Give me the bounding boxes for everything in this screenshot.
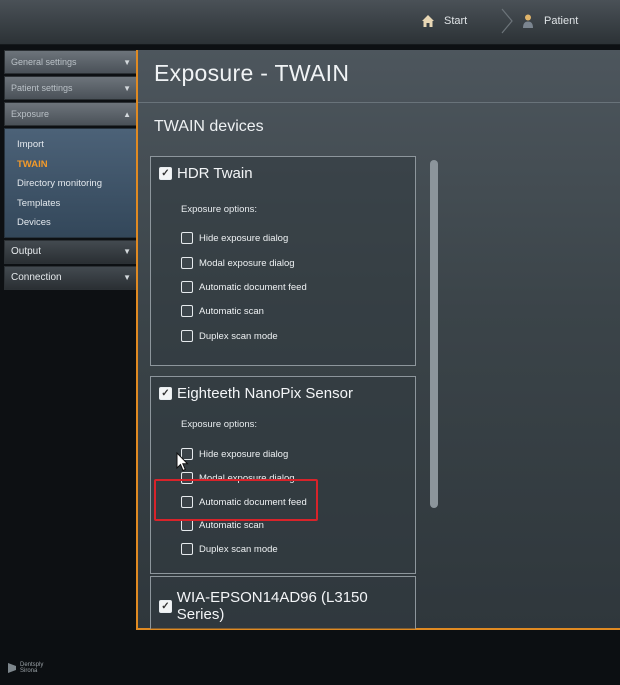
checkbox[interactable] (181, 543, 193, 555)
sidebar-section-connection[interactable]: Connection ▼ (4, 265, 138, 290)
chevron-up-icon: ▲ (123, 109, 131, 119)
sidebar-section-patient-settings[interactable]: Patient settings ▼ (4, 76, 138, 100)
chevron-down-icon: ▼ (123, 57, 131, 67)
highlight-annotation-box (154, 479, 318, 521)
chevron-down-icon: ▼ (123, 247, 131, 256)
device-enabled-checkbox[interactable]: ✓ (159, 167, 172, 180)
device-name: Eighteeth NanoPix Sensor (177, 385, 353, 402)
option-automatic-scan[interactable]: Automatic scan (181, 304, 264, 318)
top-bar: Start Patient (0, 0, 620, 45)
option-label: Automatic scan (199, 519, 264, 531)
start-label: Start (444, 15, 468, 27)
logo-mark-icon (8, 663, 16, 673)
twain-settings-panel: Exposure - TWAIN TWAIN devices ✓ HDR Twa… (136, 50, 620, 630)
option-label: Modal exposure dialog (199, 257, 295, 269)
sidebar-section-output[interactable]: Output ▼ (4, 239, 138, 264)
option-automatic-document-feed[interactable]: Automatic document feed (181, 280, 307, 294)
section-label: Patient settings (11, 83, 73, 93)
option-duplex-scan-mode[interactable]: Duplex scan mode (181, 542, 278, 556)
chevron-down-icon: ▼ (123, 273, 131, 282)
exposure-submenu: Import TWAIN Directory monitoring Templa… (4, 128, 138, 238)
device-name: HDR Twain (177, 165, 253, 182)
device-header[interactable]: ✓ Eighteeth NanoPix Sensor (159, 385, 353, 402)
sidebar-section-exposure[interactable]: Exposure ▲ (4, 102, 138, 126)
device-box-wia-epson: ✓ WIA-EPSON14AD96 (L3150 Series) (150, 576, 416, 629)
section-label: Exposure (11, 109, 50, 119)
device-box-eighteeth-nanopix: ✓ Eighteeth NanoPix Sensor Exposure opti… (150, 376, 416, 574)
checkbox[interactable] (181, 232, 193, 244)
checkbox[interactable] (181, 257, 193, 269)
sidebar-item-import[interactable]: Import (17, 135, 137, 155)
option-label: Duplex scan mode (199, 543, 278, 555)
home-icon (422, 15, 434, 27)
checkbox[interactable] (181, 281, 193, 293)
title-divider (138, 102, 620, 103)
option-label: Automatic document feed (199, 281, 307, 293)
logo-line2: Sirona (20, 668, 38, 674)
checkbox[interactable] (181, 330, 193, 342)
sidebar-section-general-settings[interactable]: General settings ▼ (4, 50, 138, 74)
sidebar-item-directory-monitoring[interactable]: Directory monitoring (17, 174, 137, 194)
sidebar-item-templates[interactable]: Templates (17, 194, 137, 214)
option-hide-exposure-dialog[interactable]: Hide exposure dialog (181, 231, 288, 245)
section-label: Output (11, 246, 42, 257)
settings-sidebar: General settings ▼ Patient settings ▼ Ex… (4, 50, 138, 290)
page-title: Exposure - TWAIN (154, 60, 350, 86)
option-hide-exposure-dialog[interactable]: Hide exposure dialog (181, 447, 288, 461)
dentsply-sirona-logo: Dentsply Sirona (8, 662, 43, 674)
options-label: Exposure options: (181, 419, 258, 430)
mouse-cursor-icon (176, 452, 189, 472)
vertical-scrollbar-thumb[interactable] (430, 160, 438, 508)
breadcrumb-start[interactable]: Start (420, 8, 467, 34)
footer-area (0, 630, 620, 685)
option-label: Hide exposure dialog (199, 232, 289, 244)
sidebar-item-devices[interactable]: Devices (17, 213, 137, 233)
section-label: General settings (11, 57, 77, 67)
device-enabled-checkbox[interactable]: ✓ (159, 599, 172, 613)
device-header[interactable]: ✓ WIA-EPSON14AD96 (L3150 Series) (159, 589, 415, 623)
patient-icon (523, 14, 533, 28)
device-name: WIA-EPSON14AD96 (L3150 Series) (176, 589, 368, 623)
breadcrumb-separator (501, 8, 513, 34)
device-box-hdr-twain: ✓ HDR Twain Exposure options: Hide expos… (150, 156, 416, 366)
option-label: Automatic scan (199, 305, 264, 317)
device-header[interactable]: ✓ HDR Twain (159, 165, 253, 182)
option-duplex-scan-mode[interactable]: Duplex scan mode (181, 329, 278, 343)
chevron-down-icon: ▼ (123, 83, 131, 93)
option-label: Duplex scan mode (199, 330, 278, 342)
patient-label: Patient (544, 15, 579, 27)
section-label: Connection (11, 272, 62, 283)
option-modal-exposure-dialog[interactable]: Modal exposure dialog (181, 256, 295, 270)
option-label: Hide exposure dialog (199, 448, 289, 460)
section-title: TWAIN devices (154, 118, 264, 135)
sidebar-item-twain[interactable]: TWAIN (17, 155, 137, 175)
breadcrumb-patient[interactable]: Patient (520, 8, 578, 34)
checkbox[interactable] (181, 305, 193, 317)
device-enabled-checkbox[interactable]: ✓ (159, 387, 172, 400)
options-label: Exposure options: (181, 204, 258, 215)
